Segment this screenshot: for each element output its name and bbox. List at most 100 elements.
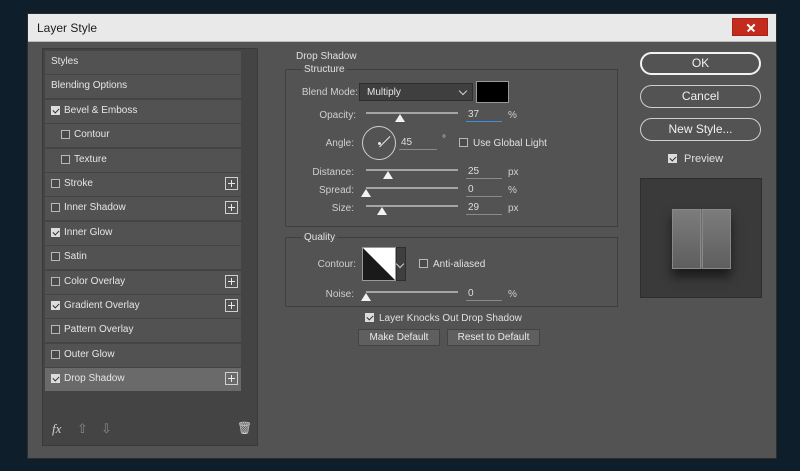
make-default-button[interactable]: Make Default — [358, 329, 440, 346]
style-item-contour[interactable]: Contour — [45, 124, 241, 148]
style-item-label: Stroke — [64, 178, 93, 189]
add-style-instance-icon[interactable] — [225, 299, 238, 312]
preview-checkbox[interactable] — [668, 154, 677, 163]
window-title: Layer Style — [37, 21, 98, 35]
anti-aliased-checkbox[interactable] — [419, 259, 428, 268]
style-item-label: Color Overlay — [64, 275, 126, 287]
style-item-label: Drop Shadow — [64, 373, 125, 385]
distance-slider-thumb[interactable] — [383, 171, 393, 179]
style-item-checkbox[interactable] — [51, 105, 60, 115]
style-item-checkbox[interactable] — [51, 349, 60, 359]
style-item-checkbox[interactable] — [61, 130, 70, 140]
blend-mode-label: Blend Mode: — [301, 87, 358, 98]
title-bar[interactable]: Layer Style — [28, 14, 776, 42]
knockout-label: Layer Knocks Out Drop Shadow — [379, 313, 522, 324]
style-item-label: Styles — [51, 56, 79, 67]
spread-slider-thumb[interactable] — [361, 189, 371, 197]
fx-icon[interactable]: fx — [52, 421, 61, 437]
style-item-checkbox[interactable] — [51, 276, 60, 286]
trash-icon[interactable]: 🗑 — [237, 421, 252, 435]
style-item-gradient-overlay[interactable]: Gradient Overlay — [45, 295, 241, 318]
style-item-label: Texture — [74, 153, 107, 165]
styles-list-panel: Styles Blending Options Bevel & Emboss Cont… — [42, 48, 258, 446]
opacity-input[interactable]: 37 — [466, 109, 502, 122]
style-item-styles[interactable]: Styles — [45, 51, 241, 74]
add-style-instance-icon[interactable] — [225, 177, 238, 190]
style-item-inner-shadow[interactable]: Inner Shadow — [45, 197, 241, 221]
use-global-light-checkbox[interactable] — [459, 138, 468, 147]
style-item-outer-glow[interactable]: Outer Glow — [45, 343, 241, 367]
chevron-down-icon — [458, 86, 468, 96]
opacity-slider-track[interactable] — [366, 112, 458, 114]
spread-input[interactable]: 0 — [466, 184, 502, 197]
preview-thumbnail — [640, 178, 762, 298]
blend-mode-dropdown[interactable]: Multiply — [359, 83, 473, 101]
style-item-checkbox[interactable] — [61, 154, 70, 164]
style-item-bevel-emboss[interactable]: Bevel & Emboss — [45, 99, 241, 123]
preview-label: Preview — [684, 153, 724, 165]
style-item-texture[interactable]: Texture — [45, 148, 241, 172]
section-title-drop-shadow: Drop Shadow — [294, 51, 359, 62]
opacity-label: Opacity: — [319, 110, 356, 121]
knockout-checkbox[interactable] — [365, 313, 374, 322]
spread-unit: % — [508, 185, 517, 196]
style-item-checkbox[interactable] — [51, 227, 60, 237]
size-input[interactable]: 29 — [466, 202, 502, 215]
style-item-pattern-overlay[interactable]: Pattern Overlay — [45, 319, 241, 343]
ok-button[interactable]: OK — [640, 52, 761, 75]
noise-label: Noise: — [325, 289, 354, 300]
angle-dial-center — [378, 142, 381, 145]
new-style-button[interactable]: New Style... — [640, 118, 761, 141]
style-item-stroke[interactable]: Stroke — [45, 173, 241, 196]
contour-preview[interactable] — [362, 247, 396, 281]
contour-label: Contour: — [317, 259, 356, 270]
quality-title: Quality — [302, 232, 338, 243]
contour-dropdown[interactable] — [395, 247, 406, 281]
style-item-checkbox[interactable] — [51, 325, 60, 335]
distance-unit: px — [508, 167, 519, 178]
noise-unit: % — [508, 289, 517, 300]
contour-curve — [363, 248, 395, 280]
add-style-instance-icon[interactable] — [225, 201, 238, 215]
angle-input[interactable]: 45 — [399, 137, 437, 150]
anti-aliased-label: Anti-aliased — [433, 259, 486, 270]
layer-style-dialog: Layer Style Styles Blending Options Bevel … — [27, 13, 777, 459]
style-item-checkbox[interactable] — [51, 203, 60, 213]
noise-input[interactable]: 0 — [466, 288, 502, 301]
noise-slider-thumb[interactable] — [361, 293, 371, 301]
preview-object — [672, 209, 731, 269]
structure-group: Structure Blend Mode: Multiply Opacity: … — [285, 64, 618, 227]
spread-slider-track[interactable] — [366, 187, 458, 189]
distance-label: Distance: — [312, 167, 354, 178]
close-button[interactable] — [732, 18, 768, 36]
angle-unit: ° — [442, 134, 446, 145]
opacity-unit: % — [508, 110, 517, 121]
distance-input[interactable]: 25 — [466, 166, 502, 179]
style-item-blending-options[interactable]: Blending Options — [45, 75, 241, 99]
structure-title: Structure — [302, 64, 347, 75]
noise-slider-track[interactable] — [366, 291, 458, 293]
size-slider-thumb[interactable] — [377, 207, 387, 215]
opacity-slider-thumb[interactable] — [395, 114, 406, 122]
style-item-satin[interactable]: Satin — [45, 246, 241, 270]
size-unit: px — [508, 203, 519, 214]
move-down-icon[interactable]: ⇩ — [101, 421, 112, 437]
style-item-checkbox[interactable] — [51, 374, 60, 384]
angle-dial[interactable] — [362, 126, 396, 160]
style-item-inner-glow[interactable]: Inner Glow — [45, 221, 241, 245]
add-style-instance-icon[interactable] — [225, 274, 238, 288]
style-item-checkbox[interactable] — [51, 179, 60, 188]
style-item-checkbox[interactable] — [51, 301, 60, 310]
style-item-color-overlay[interactable]: Color Overlay — [45, 270, 241, 294]
cancel-button[interactable]: Cancel — [640, 85, 761, 108]
style-item-drop-shadow[interactable]: Drop Shadow — [45, 368, 241, 392]
blend-mode-value: Multiply — [367, 87, 401, 98]
style-item-label: Outer Glow — [64, 348, 115, 360]
reset-to-default-button[interactable]: Reset to Default — [447, 329, 540, 346]
distance-slider-track[interactable] — [366, 169, 458, 171]
style-item-checkbox[interactable] — [51, 252, 60, 262]
add-style-instance-icon[interactable] — [225, 372, 238, 386]
preview-object-right — [702, 209, 731, 269]
shadow-color-swatch[interactable] — [476, 81, 509, 103]
move-up-icon[interactable]: ⇧ — [77, 421, 88, 437]
